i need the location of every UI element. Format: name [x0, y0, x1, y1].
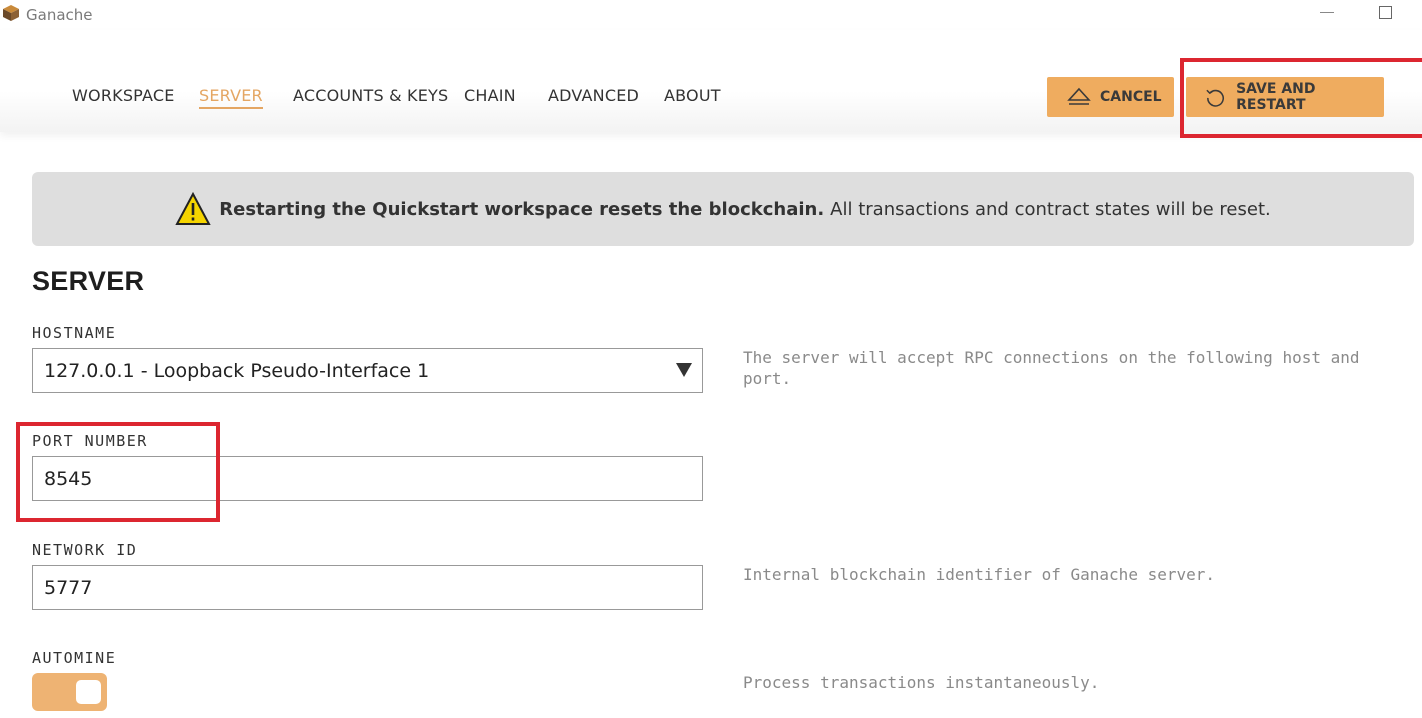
automine-help: Process transactions instantaneously.	[743, 673, 1100, 692]
warning-icon	[175, 192, 211, 225]
hostname-value: 127.0.0.1 - Loopback Pseudo-Interface 1	[44, 359, 430, 382]
eject-icon	[1067, 87, 1091, 105]
highlight-box	[16, 422, 220, 522]
warning-banner: Restarting the Quickstart workspace rese…	[32, 172, 1414, 246]
tab-accounts-keys[interactable]: ACCOUNTS & KEYS	[293, 86, 448, 105]
cancel-button[interactable]: CANCEL	[1047, 77, 1174, 117]
hostname-label: HOSTNAME	[32, 324, 117, 342]
network-id-value: 5777	[44, 576, 93, 599]
dropdown-arrow-icon	[676, 363, 692, 377]
tab-workspace[interactable]: WORKSPACE	[72, 86, 175, 105]
warning-bold-text: Restarting the Quickstart workspace rese…	[219, 198, 825, 220]
section-title: SERVER	[32, 266, 145, 296]
hostname-help: The server will accept RPC connections o…	[743, 348, 1360, 388]
tab-advanced[interactable]: ADVANCED	[548, 86, 639, 105]
minimize-icon[interactable]	[1320, 12, 1334, 13]
highlight-box	[1180, 58, 1422, 138]
network-id-label: NETWORK ID	[32, 541, 138, 559]
window-title: Ganache	[26, 6, 93, 24]
tab-server[interactable]: SERVER	[199, 86, 263, 109]
ganache-logo-icon	[3, 5, 19, 21]
cancel-label: CANCEL	[1100, 89, 1162, 105]
tab-about[interactable]: ABOUT	[664, 86, 721, 105]
hostname-select[interactable]: 127.0.0.1 - Loopback Pseudo-Interface 1	[32, 348, 703, 393]
automine-toggle[interactable]	[32, 673, 107, 711]
tab-chain[interactable]: CHAIN	[464, 86, 516, 105]
warning-text: All transactions and contract states wil…	[830, 198, 1271, 220]
network-id-help: Internal blockchain identifier of Ganach…	[743, 565, 1216, 584]
maximize-icon[interactable]	[1379, 6, 1392, 19]
title-bar: Ganache	[0, 0, 1422, 30]
network-id-input[interactable]: 5777	[32, 565, 703, 610]
automine-label: AUTOMINE	[32, 649, 117, 667]
toggle-knob	[76, 680, 101, 704]
